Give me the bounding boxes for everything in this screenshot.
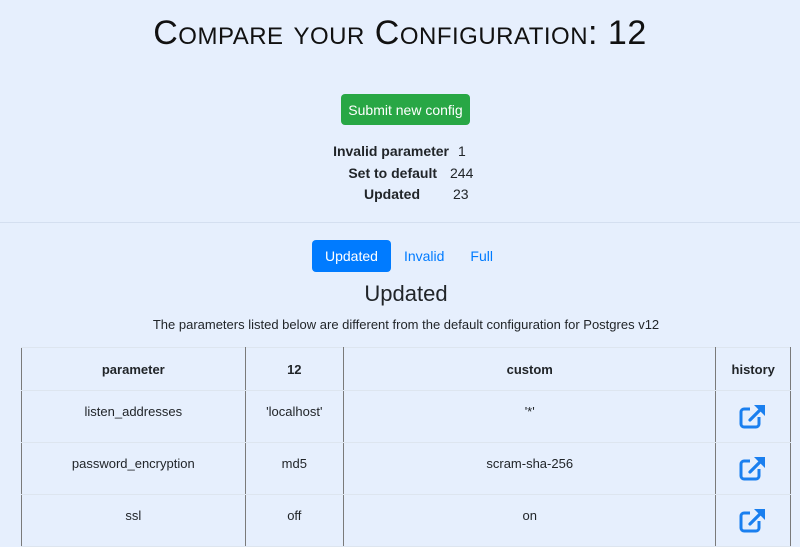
stat-value: 23 <box>453 186 469 202</box>
table-row: password_encryption md5 scram-sha-256 <box>21 442 791 495</box>
cell-default: off <box>244 494 345 547</box>
cell-history <box>715 494 791 547</box>
cell-custom: on <box>343 494 717 547</box>
stat-label: Invalid parameter <box>333 143 449 159</box>
cell-parameter: listen_addresses <box>21 390 246 443</box>
cell-history <box>715 442 791 495</box>
stat-updated: Updated 23 <box>0 186 800 208</box>
page-title: Compare your Configuration: 12 <box>153 14 647 52</box>
section-title: Updated <box>364 281 448 306</box>
header-parameter: parameter <box>21 347 246 391</box>
external-link-icon[interactable] <box>739 403 767 432</box>
cell-parameter: ssl <box>21 494 246 547</box>
table-row: ssl off on <box>21 494 791 547</box>
section-description: The parameters listed below are differen… <box>152 317 660 332</box>
submit-new-config-button[interactable]: Submit new config <box>341 94 470 125</box>
cell-parameter: password_encryption <box>21 442 246 495</box>
cell-default: 'localhost' <box>244 390 345 443</box>
cell-default: md5 <box>244 442 345 495</box>
external-link-icon[interactable] <box>739 455 767 484</box>
parameters-table: parameter 12 custom history listen_addre… <box>21 347 791 547</box>
table-row: listen_addresses 'localhost' '*' <box>21 390 791 443</box>
tab-updated[interactable]: Updated <box>312 240 391 272</box>
header-custom: custom <box>343 347 717 391</box>
view-tabs: Updated Invalid Full <box>312 240 506 272</box>
tab-invalid[interactable]: Invalid <box>391 240 457 272</box>
stat-invalid-parameter: Invalid parameter 1 <box>0 143 800 165</box>
cell-custom: scram-sha-256 <box>343 442 717 495</box>
stats-summary: Invalid parameter 1 Set to default 244 U… <box>0 143 800 208</box>
header-history: history <box>715 347 791 391</box>
cell-history <box>715 390 791 443</box>
divider <box>0 222 800 223</box>
stat-label: Set to default <box>348 164 437 181</box>
cell-custom: '*' <box>343 390 717 443</box>
table-header-row: parameter 12 custom history <box>21 347 791 391</box>
external-link-icon[interactable] <box>739 507 767 536</box>
header-version: 12 <box>244 347 345 391</box>
tab-full[interactable]: Full <box>457 240 506 272</box>
stat-value: 1 <box>458 143 466 159</box>
stat-label: Updated <box>364 186 420 202</box>
stat-value: 244 <box>450 164 474 181</box>
stat-set-to-default: Set to default 244 <box>0 165 800 187</box>
